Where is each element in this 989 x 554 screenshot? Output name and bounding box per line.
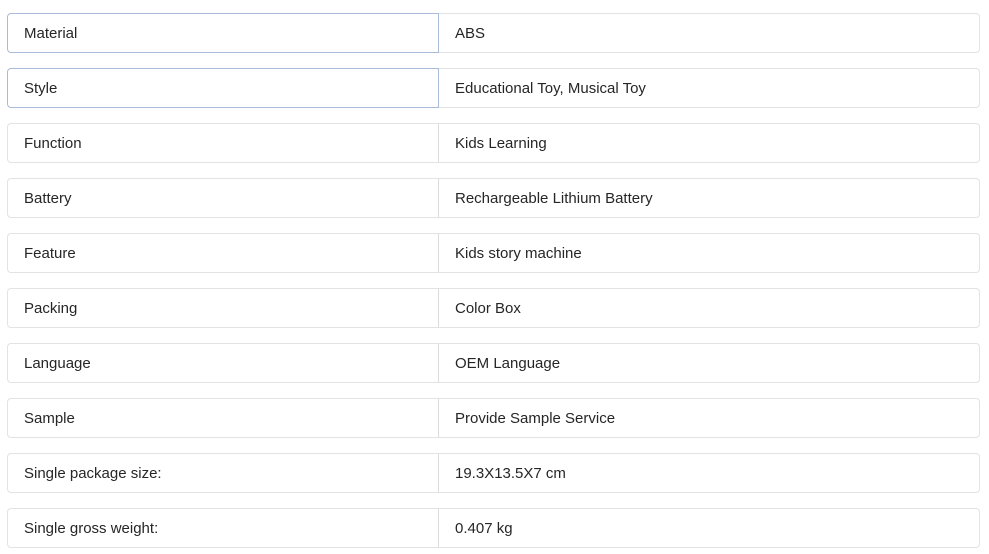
spec-label: Single gross weight: <box>7 508 439 548</box>
spec-label: Battery <box>7 178 439 218</box>
spec-value: ABS <box>439 13 980 53</box>
spec-label: Packing <box>7 288 439 328</box>
spec-value: 0.407 kg <box>439 508 980 548</box>
spec-value: Provide Sample Service <box>439 398 980 438</box>
spec-label: Feature <box>7 233 439 273</box>
spec-label: Single package size: <box>7 453 439 493</box>
spec-row-function: Function Kids Learning <box>7 123 980 163</box>
spec-row-packing: Packing Color Box <box>7 288 980 328</box>
spec-value: Kids Learning <box>439 123 980 163</box>
spec-label: Style <box>7 68 439 108</box>
spec-row-language: Language OEM Language <box>7 343 980 383</box>
spec-row-feature: Feature Kids story machine <box>7 233 980 273</box>
spec-row-package-size: Single package size: 19.3X13.5X7 cm <box>7 453 980 493</box>
spec-label: Sample <box>7 398 439 438</box>
spec-label: Material <box>7 13 439 53</box>
spec-row-sample: Sample Provide Sample Service <box>7 398 980 438</box>
spec-row-material: Material ABS <box>7 13 980 53</box>
spec-row-style: Style Educational Toy, Musical Toy <box>7 68 980 108</box>
product-spec-table: Material ABS Style Educational Toy, Musi… <box>0 0 989 548</box>
spec-row-battery: Battery Rechargeable Lithium Battery <box>7 178 980 218</box>
spec-value: Kids story machine <box>439 233 980 273</box>
spec-value: Educational Toy, Musical Toy <box>439 68 980 108</box>
spec-value: OEM Language <box>439 343 980 383</box>
spec-label: Language <box>7 343 439 383</box>
spec-value: 19.3X13.5X7 cm <box>439 453 980 493</box>
spec-value: Color Box <box>439 288 980 328</box>
spec-value: Rechargeable Lithium Battery <box>439 178 980 218</box>
spec-label: Function <box>7 123 439 163</box>
spec-row-gross-weight: Single gross weight: 0.407 kg <box>7 508 980 548</box>
